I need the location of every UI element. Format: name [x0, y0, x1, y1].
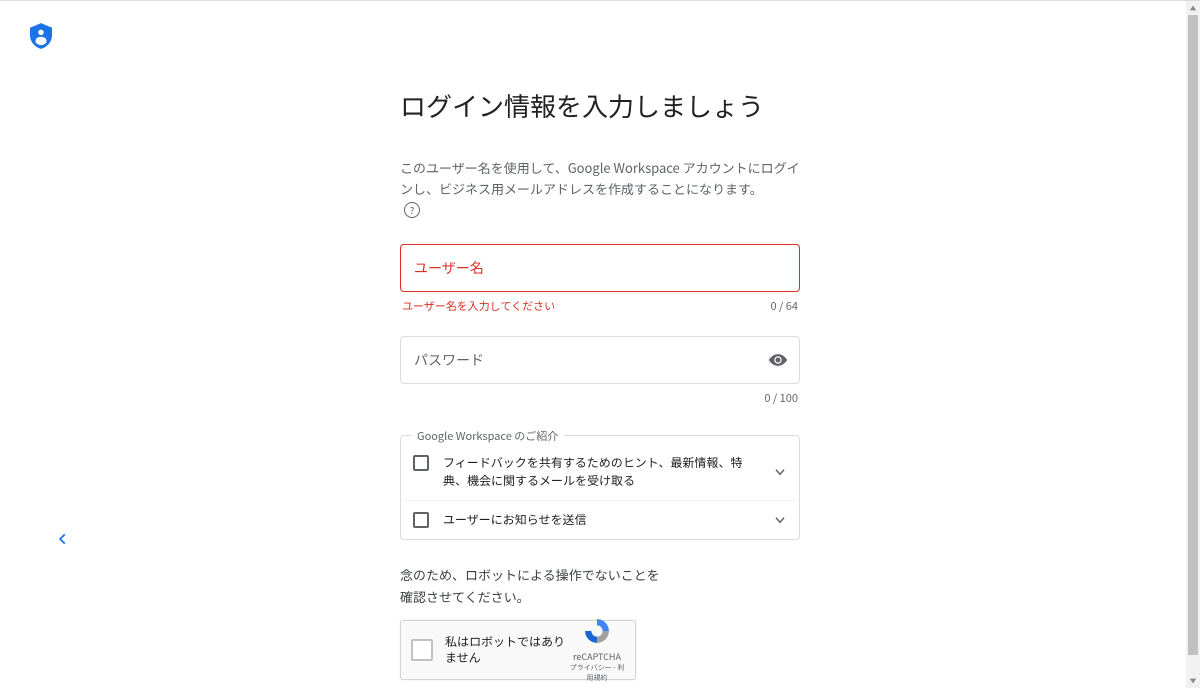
- notify-checkbox[interactable]: [413, 512, 429, 528]
- username-counter: 0 / 64: [770, 298, 798, 314]
- robot-line-2: 確認させてください。: [400, 586, 800, 608]
- feedback-option-row[interactable]: フィードバックを共有するためのヒント、最新情報、特典、機会に関するメールを受け取…: [401, 444, 799, 500]
- password-counter: 0 / 100: [764, 390, 798, 406]
- page-subtext: このユーザー名を使用して、Google Workspace アカウントにログイン…: [400, 158, 800, 216]
- introduction-fieldset: Google Workspace のご紹介 フィードバックを共有するためのヒント…: [400, 428, 800, 540]
- page-title: ログイン情報を入力しましょう: [400, 87, 800, 124]
- password-helper: 0 / 100: [400, 390, 800, 406]
- back-button[interactable]: [56, 527, 70, 551]
- notify-label: ユーザーにお知らせを送信: [443, 511, 787, 529]
- recaptcha-label: 私はロボットではありません: [445, 634, 569, 665]
- recaptcha-icon: [583, 617, 611, 645]
- feedback-label: フィードバックを共有するためのヒント、最新情報、特典、機会に関するメールを受け取…: [443, 454, 787, 490]
- username-input[interactable]: [400, 244, 800, 292]
- recaptcha-badge-area: reCAPTCHA プライバシー - 利用規約: [569, 617, 625, 683]
- username-helper: ユーザー名を入力してください 0 / 64: [400, 298, 800, 314]
- scrollbar-thumb[interactable]: [1188, 15, 1198, 655]
- feedback-checkbox[interactable]: [413, 455, 429, 471]
- robot-verification-text: 念のため、ロボットによる操作でないことを 確認させてください。: [400, 564, 800, 608]
- shield-icon: [30, 23, 52, 54]
- chevron-down-icon[interactable]: [773, 508, 787, 532]
- scrollbar[interactable]: [1186, 1, 1200, 688]
- robot-line-1: 念のため、ロボットによる操作でないことを: [400, 564, 800, 586]
- recaptcha-brand: reCAPTCHA: [569, 650, 625, 663]
- password-input[interactable]: [400, 336, 800, 384]
- scroll-down-arrow[interactable]: [1189, 677, 1197, 685]
- subtext-copy: このユーザー名を使用して、Google Workspace アカウントにログイン…: [400, 158, 800, 200]
- password-field-wrapper: パスワード: [400, 336, 800, 384]
- scroll-up-arrow[interactable]: [1189, 4, 1197, 12]
- visibility-toggle-icon[interactable]: [768, 350, 788, 375]
- chevron-down-icon[interactable]: [773, 460, 787, 484]
- help-icon[interactable]: ?: [404, 202, 420, 218]
- recaptcha-checkbox[interactable]: [411, 639, 433, 661]
- username-field-wrapper: ユーザー名: [400, 244, 800, 292]
- notify-option-row[interactable]: ユーザーにお知らせを送信: [401, 500, 799, 539]
- username-error: ユーザー名を入力してください: [402, 298, 555, 314]
- recaptcha-widget: 私はロボットではありません reCAPTCHA プライバシー - 利用規約: [400, 620, 636, 680]
- fieldset-legend: Google Workspace のご紹介: [411, 428, 564, 444]
- recaptcha-legal[interactable]: プライバシー - 利用規約: [569, 663, 625, 683]
